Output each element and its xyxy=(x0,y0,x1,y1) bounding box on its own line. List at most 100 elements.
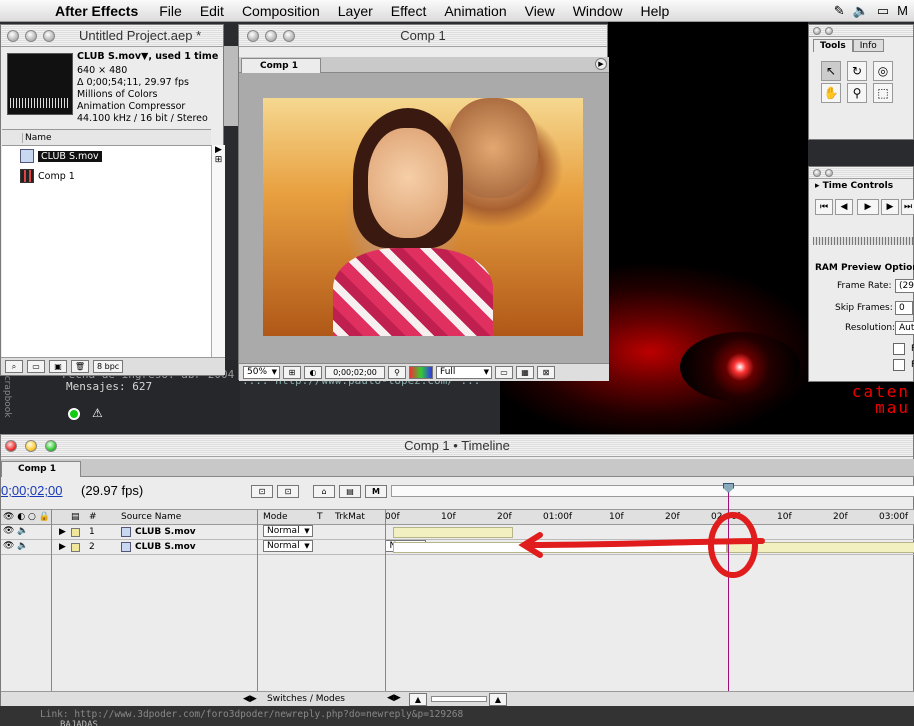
frame-rate-field[interactable]: (29 xyxy=(895,279,914,293)
minimize-icon[interactable] xyxy=(25,30,37,42)
previous-frame-icon[interactable]: ◀ xyxy=(835,199,853,215)
project-scrollbar[interactable]: ▶ ⊞ xyxy=(211,145,225,357)
layer-name[interactable]: CLUB S.mov xyxy=(135,542,196,552)
switches-modes-toggle[interactable]: Switches / Modes xyxy=(267,694,345,704)
region-of-interest-icon[interactable]: ▭ xyxy=(495,366,514,379)
volume-icon[interactable]: 🔈 xyxy=(853,3,869,19)
expand-triangle-icon[interactable]: ▶ xyxy=(59,542,66,552)
mode-dropdown[interactable]: Normal xyxy=(263,540,313,552)
rotate-tool-icon[interactable]: ↻ xyxy=(847,61,867,81)
minimize-icon[interactable] xyxy=(825,27,833,35)
warning-icon[interactable]: ⚠ xyxy=(92,406,103,420)
menu-file[interactable]: File xyxy=(150,3,191,19)
motion-blur-icon[interactable]: M xyxy=(365,485,387,498)
tab-info[interactable]: Info xyxy=(852,39,884,52)
snapshot-icon[interactable]: ◐ xyxy=(304,366,323,379)
label-color-swatch[interactable] xyxy=(71,528,80,537)
time-navigator[interactable] xyxy=(391,485,914,497)
zoom-out-icon[interactable]: ▲ xyxy=(409,693,427,706)
show-snapshot-icon[interactable]: ⚲ xyxy=(388,366,407,379)
menu-extra-m[interactable]: M xyxy=(897,3,908,19)
scroll-arrows-icon[interactable]: ◀▶ xyxy=(387,693,401,703)
layer-name[interactable]: CLUB S.mov xyxy=(135,527,196,537)
script-menu-icon[interactable]: ✎ xyxy=(834,3,845,19)
audio-icon[interactable]: 🔈 xyxy=(17,526,28,536)
orbit-camera-icon[interactable]: ◎ xyxy=(873,61,893,81)
zoom-icon[interactable] xyxy=(43,30,55,42)
label-color-swatch[interactable] xyxy=(71,543,80,552)
layer-duration-bar[interactable] xyxy=(393,527,513,538)
menu-animation[interactable]: Animation xyxy=(435,3,515,19)
mode-dropdown[interactable]: Normal xyxy=(263,525,313,537)
film-icon[interactable]: ▤ xyxy=(339,485,361,498)
new-comp-icon[interactable]: ▣ xyxy=(49,360,67,373)
play-icon[interactable]: ▶ xyxy=(857,199,879,215)
footage-header[interactable]: CLUB S.mov▼, used 1 time xyxy=(77,51,218,62)
channels-icon[interactable] xyxy=(409,366,434,379)
render-button-icon[interactable]: ⊡ xyxy=(277,485,299,498)
audio-icon[interactable]: 🔈 xyxy=(17,541,28,551)
zoom-in-icon[interactable]: ▲ xyxy=(489,693,507,706)
marker-icon[interactable]: ⌂ xyxy=(313,485,335,498)
comp-button-icon[interactable]: ⊡ xyxy=(251,485,273,498)
find-icon[interactable]: ⌕ xyxy=(5,360,23,373)
menu-composition[interactable]: Composition xyxy=(233,3,329,19)
menu-help[interactable]: Help xyxy=(632,3,679,19)
menu-effect[interactable]: Effect xyxy=(382,3,436,19)
wireframe-icon[interactable]: ⊠ xyxy=(537,366,556,379)
tab-comp1-timeline[interactable]: Comp 1 xyxy=(1,461,81,477)
transparency-grid-icon[interactable]: ▦ xyxy=(516,366,535,379)
selection-tool-icon[interactable]: ↖ xyxy=(821,61,841,81)
zoom-tool-icon[interactable]: ⚲ xyxy=(847,83,867,103)
safe-zones-icon[interactable]: ⊞ xyxy=(283,366,302,379)
menu-window[interactable]: Window xyxy=(564,3,632,19)
skip-frames-field[interactable]: 0 xyxy=(895,301,913,315)
resolution-field[interactable]: Aut xyxy=(895,321,914,335)
close-icon[interactable] xyxy=(813,27,821,35)
time-controls-titlebar[interactable] xyxy=(809,167,913,179)
timeline-titlebar[interactable]: Comp 1 • Timeline xyxy=(1,435,913,457)
display-icon[interactable]: ▭ xyxy=(877,3,889,19)
table-row[interactable]: 👁 🔈 ▶ 2 CLUB S.mov Normal None xyxy=(1,540,914,555)
hand-tool-icon[interactable]: ✋ xyxy=(821,83,841,103)
first-frame-icon[interactable]: ⏮ xyxy=(815,199,833,215)
options-arrow-icon[interactable]: ▶ xyxy=(595,58,607,70)
tools-titlebar[interactable] xyxy=(809,25,913,37)
expand-triangle-icon[interactable]: ▶ xyxy=(59,527,66,537)
time-controls-title[interactable]: ▸ Time Controls xyxy=(815,181,893,191)
scroll-right-icon[interactable]: ▶ xyxy=(212,145,225,155)
project-titlebar[interactable]: Untitled Project.aep * xyxy=(1,25,223,47)
menu-edit[interactable]: Edit xyxy=(191,3,233,19)
minimize-icon[interactable] xyxy=(825,169,833,177)
zoom-dropdown[interactable]: 50% xyxy=(243,366,281,379)
current-time-display[interactable]: 0;00;02;00 xyxy=(1,483,62,498)
project-item-club-s[interactable]: CLUB S.mov xyxy=(2,146,211,166)
current-time-field[interactable]: 0;00;02;00 xyxy=(325,366,386,379)
mask-tool-icon[interactable]: ⬚ xyxy=(873,83,893,103)
table-row[interactable]: 👁 🔈 ▶ 1 CLUB S.mov Normal xyxy=(1,525,914,540)
name-column-header[interactable]: Name xyxy=(2,130,211,146)
resolution-dropdown[interactable]: Full xyxy=(436,366,493,379)
current-time-indicator[interactable] xyxy=(723,483,734,692)
project-item-comp1[interactable]: Comp 1 xyxy=(2,166,211,186)
last-frame-icon[interactable]: ⏭ xyxy=(901,199,914,215)
option-checkbox-1[interactable] xyxy=(893,343,905,355)
time-ruler[interactable]: 00f 10f 20f 01:00f 10f 20f 02:00f 10f 20… xyxy=(385,510,914,526)
bpc-button[interactable]: 8 bpc xyxy=(93,360,124,373)
comp-titlebar[interactable]: Comp 1 xyxy=(239,25,607,47)
next-frame-icon[interactable]: ▶ xyxy=(881,199,899,215)
close-icon[interactable] xyxy=(7,30,19,42)
tab-comp1[interactable]: Comp 1 xyxy=(241,58,321,73)
source-name-header[interactable]: Source Name xyxy=(121,512,181,522)
comp-viewer[interactable] xyxy=(239,73,609,365)
eye-icon[interactable]: 👁 xyxy=(3,526,14,536)
flowchart-icon[interactable]: ⊞ xyxy=(212,155,225,165)
option-checkbox-2[interactable] xyxy=(893,359,905,371)
tab-tools[interactable]: Tools xyxy=(813,39,853,52)
trash-icon[interactable]: 🗑 xyxy=(71,360,89,373)
close-icon[interactable] xyxy=(813,169,821,177)
layer-duration-bar[interactable] xyxy=(727,542,914,553)
expand-columns-icon[interactable]: ◀▶ xyxy=(243,694,257,704)
app-menu[interactable]: After Effects xyxy=(46,3,150,19)
eye-icon[interactable]: 👁 xyxy=(3,541,14,551)
